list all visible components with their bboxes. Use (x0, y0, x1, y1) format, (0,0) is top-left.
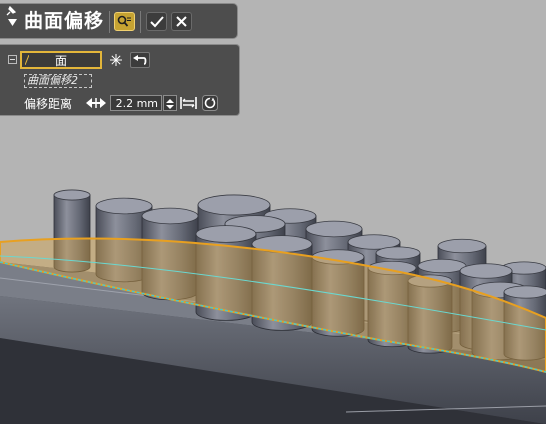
undo-icon (133, 54, 147, 65)
selected-face-item[interactable]: 曲面偏移2 (24, 74, 92, 88)
dialog-title-bar: 曲面偏移 (0, 3, 238, 39)
minus-box-icon[interactable] (8, 55, 17, 64)
options-panel: 面 曲面偏移2 偏移距离 (0, 44, 240, 116)
distance-spinner[interactable] (163, 95, 177, 111)
reset-icon[interactable] (202, 95, 218, 111)
dialog-title: 曲面偏移 (24, 10, 105, 32)
toolbar-separator (140, 11, 141, 33)
face-selector-button[interactable]: 面 (20, 51, 102, 69)
preview-search-icon (117, 15, 131, 27)
undo-button[interactable] (130, 52, 150, 68)
measure-icon[interactable] (180, 96, 197, 110)
ok-button[interactable] (146, 12, 167, 31)
preview-button[interactable] (114, 12, 135, 31)
pin-icon[interactable] (5, 6, 16, 17)
toolbar-separator (109, 11, 110, 33)
cancel-button[interactable] (171, 12, 192, 31)
distance-label: 偏移距离 (24, 97, 73, 111)
offset-distance-input[interactable] (110, 95, 162, 111)
checkmark-icon (149, 15, 164, 27)
asterisk-icon (110, 54, 122, 66)
spinner-icon (166, 99, 174, 109)
collapse-arrow-icon[interactable] (8, 18, 17, 27)
flip-direction-icon[interactable] (86, 96, 106, 110)
hatch-icon (25, 55, 29, 65)
close-icon (176, 16, 187, 27)
select-all-button[interactable] (106, 52, 126, 68)
face-selector-label: 面 (54, 53, 67, 68)
